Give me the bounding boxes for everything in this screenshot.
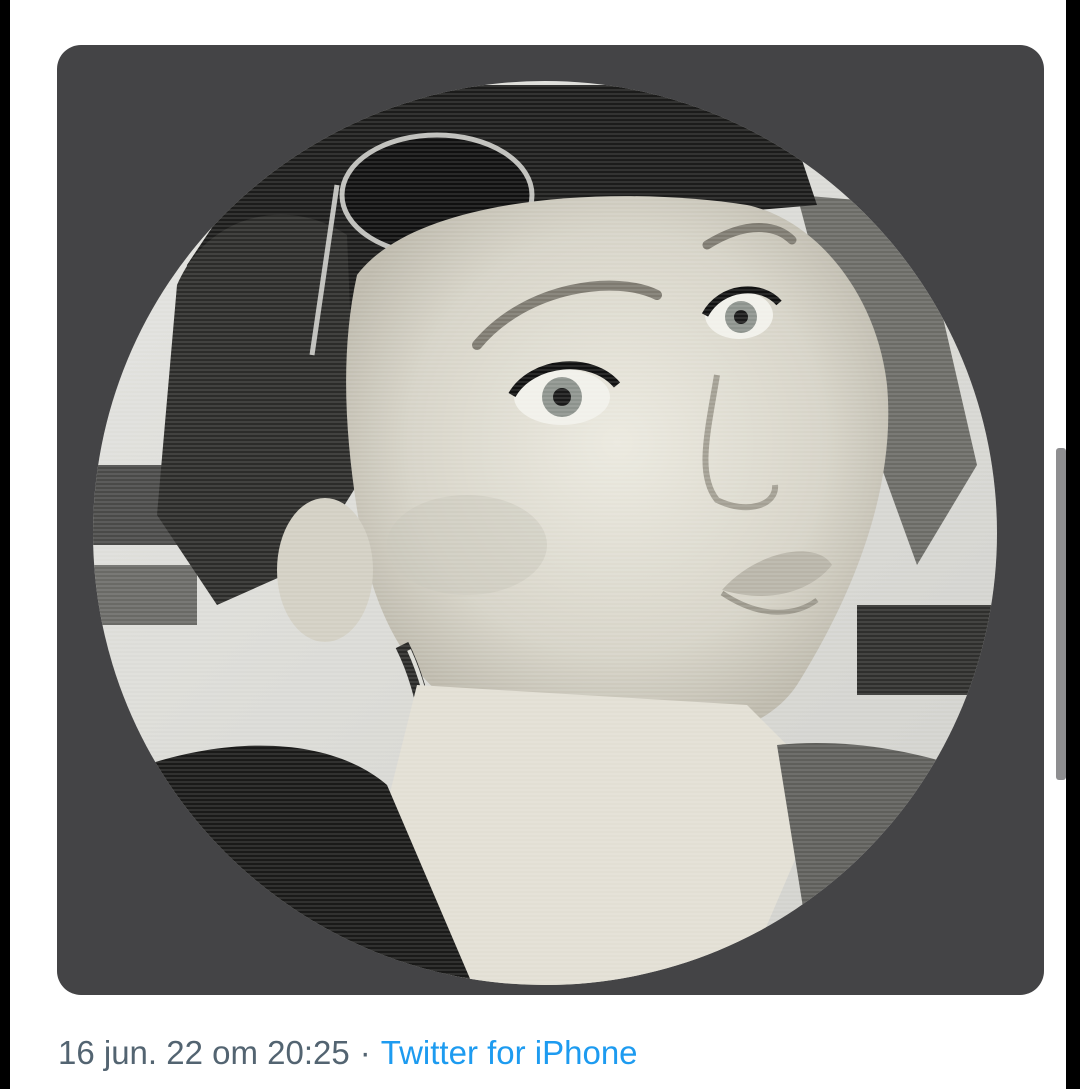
tweet-time: 20:25 [267, 1034, 350, 1071]
tweet-detail: 16 jun. 22 om 20:25 · Twitter for iPhone [10, 0, 1066, 1089]
tweet-source-link[interactable]: Twitter for iPhone [381, 1034, 638, 1071]
tweet-date: 16 jun. 22 [58, 1034, 203, 1071]
photo-icon [93, 81, 997, 985]
scrollbar-thumb[interactable] [1056, 448, 1066, 780]
profile-photo [93, 81, 997, 985]
screen: 16 jun. 22 om 20:25 · Twitter for iPhone [0, 0, 1080, 1089]
tweet-at-word: om [212, 1034, 258, 1071]
tweet-metadata: 16 jun. 22 om 20:25 · Twitter for iPhone [58, 1028, 638, 1078]
tweet-media-card[interactable] [57, 45, 1044, 995]
separator-dot: · [359, 1034, 371, 1071]
